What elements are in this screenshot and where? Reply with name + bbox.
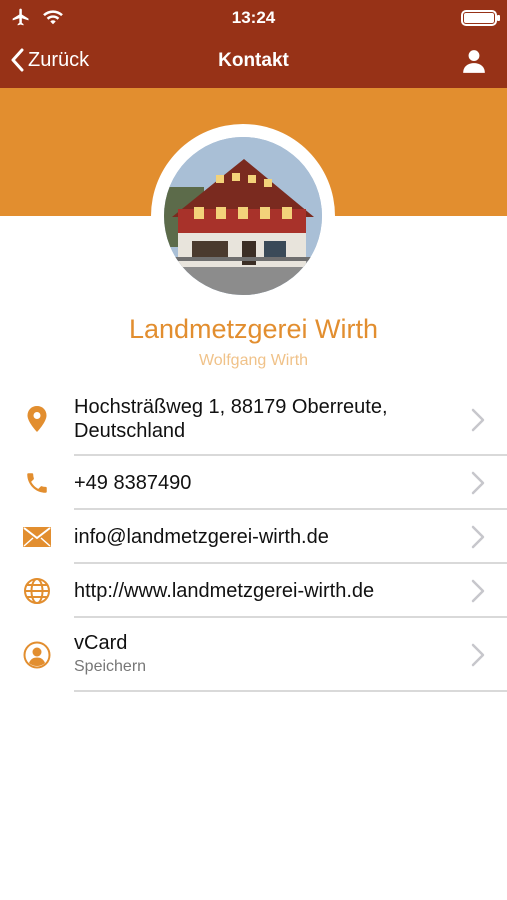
- address-line-1: Hochsträßweg 1, 88179 Oberreute,: [74, 396, 388, 418]
- back-button[interactable]: Zurück: [10, 48, 89, 72]
- vcard-label: vCard: [74, 632, 128, 654]
- website-url: http://www.landmetzgerei-wirth.de: [74, 580, 375, 602]
- back-label: Zurück: [28, 48, 90, 71]
- chevron-right-icon: [471, 525, 485, 549]
- email-address: info@landmetzgerei-wirth.de: [74, 526, 329, 548]
- chevron-left-icon: [11, 48, 24, 72]
- chevron-right-icon: [471, 579, 485, 603]
- vcard-row[interactable]: vCard Speichern: [0, 618, 507, 692]
- chevron-right-icon: [471, 643, 485, 667]
- vcard-icon: [22, 640, 52, 670]
- status-bar: 13:24: [0, 0, 507, 36]
- status-time: 13:24: [231, 8, 276, 27]
- location-pin-icon: [22, 404, 52, 434]
- address-text: Hochsträßweg 1, 88179 Oberreute, Deutsch…: [74, 395, 447, 443]
- mail-icon: [22, 522, 52, 552]
- email-row[interactable]: info@landmetzgerei-wirth.de: [0, 510, 507, 564]
- navigation-bar: Zurück Kontakt: [0, 36, 507, 88]
- address-line-2: Deutschland: [74, 420, 186, 442]
- address-row[interactable]: Hochsträßweg 1, 88179 Oberreute, Deutsch…: [0, 384, 507, 456]
- vcard-save-label: Speichern: [74, 658, 147, 675]
- phone-row[interactable]: +49 8387490: [0, 456, 507, 510]
- company-name: Landmetzgerei Wirth: [128, 314, 379, 344]
- business-photo: [164, 137, 322, 295]
- chevron-right-icon: [471, 408, 485, 432]
- contact-person-name: Wolfgang Wirth: [198, 352, 309, 369]
- globe-icon: [22, 576, 52, 606]
- battery-icon: [461, 10, 500, 26]
- phone-icon: [22, 468, 52, 498]
- website-row[interactable]: http://www.landmetzgerei-wirth.de: [0, 564, 507, 618]
- phone-number: +49 8387490: [74, 472, 192, 494]
- vcard-text: vCard Speichern: [74, 631, 447, 677]
- contact-list: Hochsträßweg 1, 88179 Oberreute, Deutsch…: [0, 384, 507, 692]
- divider: [74, 690, 507, 692]
- chevron-right-icon: [471, 471, 485, 495]
- person-icon[interactable]: [461, 48, 487, 74]
